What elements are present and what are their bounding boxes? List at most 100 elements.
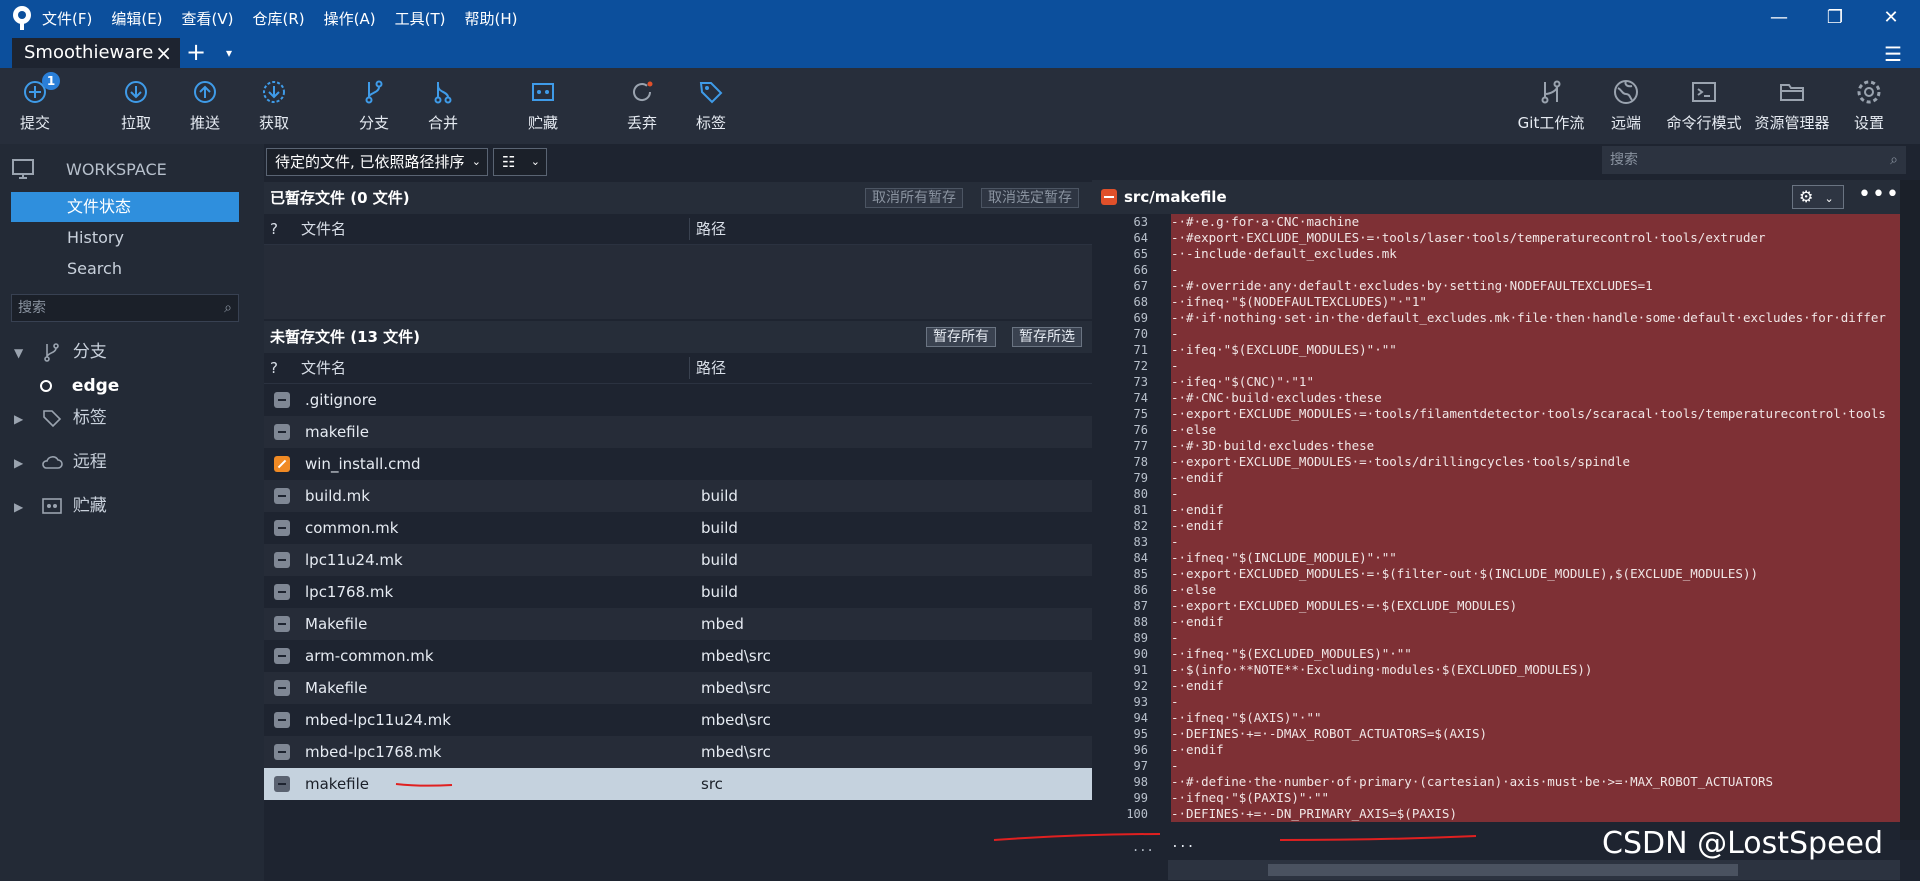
diff-line[interactable]: 79 -·endif	[1092, 470, 1900, 486]
sidebar-section-remotes[interactable]: ▶ 远程	[14, 448, 107, 476]
diff-line[interactable]: 71 -·ifeq·"$(EXCLUDE_MODULES)"·""	[1092, 342, 1900, 358]
diff-line[interactable]: 85 -·export·EXCLUDED_MODULES·=·$(filter-o…	[1092, 566, 1900, 582]
diff-line[interactable]: 89 -	[1092, 630, 1900, 646]
diff-line[interactable]: 98 -·#·define·the·number·of·primary·(cart…	[1092, 774, 1900, 790]
gitflow-button[interactable]: Git工作流	[1515, 68, 1587, 144]
tag-button[interactable]: 标签	[676, 68, 746, 144]
more-options-icon[interactable]: •••	[1858, 182, 1900, 207]
name-column-header[interactable]: 文件名	[301, 214, 346, 244]
file-row[interactable]: makefile src	[264, 768, 1092, 800]
remote-button[interactable]: 远端	[1591, 68, 1661, 144]
removed-file-icon[interactable]	[274, 712, 290, 728]
modified-file-icon[interactable]	[274, 456, 290, 472]
diff-code-view[interactable]: 63 -·#·e.g·for·a·CNC·machine 64 -·#export·E…	[1092, 214, 1900, 838]
diff-line[interactable]: 72 -	[1092, 358, 1900, 374]
file-row[interactable]: Makefile mbed	[264, 608, 1092, 640]
sidebar-section-stashes[interactable]: ▶ 贮藏	[14, 492, 107, 520]
hamburger-menu-icon[interactable]: ☰	[1884, 42, 1902, 66]
diff-line[interactable]: 97 -	[1092, 758, 1900, 774]
diff-search-input[interactable]: 搜索 ⌕	[1602, 146, 1906, 174]
menu-view[interactable]: 查看(V)	[182, 8, 234, 29]
diff-line[interactable]: 91 -·$(info·**NOTE**·Excluding·modules·$(…	[1092, 662, 1900, 678]
file-row[interactable]: .gitignore	[264, 384, 1092, 416]
removed-file-icon[interactable]	[274, 776, 290, 792]
diff-line[interactable]: 88 -·endif	[1092, 614, 1900, 630]
diff-line[interactable]: 80 -	[1092, 486, 1900, 502]
file-row[interactable]: win_install.cmd	[264, 448, 1092, 480]
column-divider[interactable]	[689, 218, 690, 240]
stage-all-button[interactable]: 暂存所有	[926, 327, 996, 347]
removed-file-icon[interactable]	[274, 520, 290, 536]
file-row[interactable]: lpc1768.mk build	[264, 576, 1092, 608]
menu-actions[interactable]: 操作(A)	[324, 8, 376, 29]
file-row[interactable]: Makefile mbed\src	[264, 672, 1092, 704]
unstage-all-button[interactable]: 取消所有暂存	[865, 188, 963, 208]
pull-button[interactable]: 拉取	[101, 68, 171, 144]
removed-file-icon[interactable]	[274, 552, 290, 568]
path-column-header[interactable]: 路径	[696, 214, 726, 244]
sidebar-item-search[interactable]: Search	[11, 254, 239, 284]
minimize-icon[interactable]: —	[1766, 6, 1792, 30]
diff-line[interactable]: 78 -·export·EXCLUDE_MODULES·=·tools/drill…	[1092, 454, 1900, 470]
removed-file-icon[interactable]	[274, 744, 290, 760]
push-button[interactable]: 推送	[170, 68, 240, 144]
file-row[interactable]: lpc11u24.mk build	[264, 544, 1092, 576]
settings-button[interactable]: 设置	[1834, 68, 1904, 144]
diff-line[interactable]: 84 -·ifneq·"$(INCLUDE_MODULE)"·""	[1092, 550, 1900, 566]
terminal-button[interactable]: 命令行模式	[1664, 68, 1744, 144]
view-mode-select[interactable]: ☷ ⌄	[493, 148, 547, 176]
close-tab-icon[interactable]: ×	[155, 38, 172, 68]
diff-line[interactable]: 94 -·ifneq·"$(AXIS)"·""	[1092, 710, 1900, 726]
sidebar-section-branches[interactable]: ▼ 分支	[14, 338, 107, 366]
diff-line[interactable]: 63 -·#·e.g·for·a·CNC·machine	[1092, 214, 1900, 230]
removed-file-icon[interactable]	[274, 648, 290, 664]
tab-dropdown-icon[interactable]: ▾	[226, 46, 232, 60]
diff-line[interactable]: 90 -·ifneq·"$(EXCLUDED_MODULES)"·""	[1092, 646, 1900, 662]
discard-button[interactable]: 丢弃	[607, 68, 677, 144]
repo-tab[interactable]: Smoothieware ×	[12, 38, 180, 68]
sidebar-section-tags[interactable]: ▶ 标签	[14, 404, 107, 432]
diff-line[interactable]: 68 -·ifneq·"$(NODEFAULTEXCLUDES)"·"1"	[1092, 294, 1900, 310]
diff-line[interactable]: 76 -·else	[1092, 422, 1900, 438]
stash-button[interactable]: 贮藏	[508, 68, 578, 144]
branch-edge[interactable]: edge	[40, 372, 119, 400]
diff-settings-button[interactable]: ⚙ ⌄	[1792, 185, 1844, 209]
menu-file[interactable]: 文件(F)	[42, 8, 92, 29]
file-row[interactable]: build.mk build	[264, 480, 1092, 512]
stage-selected-button[interactable]: 暂存所选	[1012, 327, 1082, 347]
diff-line[interactable]: 67 -·#·override·any·default·excludes·by·s…	[1092, 278, 1900, 294]
diff-line[interactable]: 96 -·endif	[1092, 742, 1900, 758]
diff-line[interactable]: 99 -·ifneq·"$(PAXIS)"·""	[1092, 790, 1900, 806]
sidebar-item-file-status[interactable]: 文件状态	[11, 192, 239, 222]
removed-file-icon[interactable]	[274, 392, 290, 408]
explorer-button[interactable]: 资源管理器	[1752, 68, 1832, 144]
name-column-header[interactable]: 文件名	[301, 353, 346, 383]
diff-line[interactable]: 100 -·DEFINES·+=·-DN_PRIMARY_AXIS=$(PAXIS…	[1092, 806, 1900, 822]
removed-file-icon[interactable]	[274, 680, 290, 696]
menu-tools[interactable]: 工具(T)	[395, 8, 446, 29]
diff-line[interactable]: 95 -·DEFINES·+=·-DMAX_ROBOT_ACTUATORS=$(A…	[1092, 726, 1900, 742]
restore-icon[interactable]: ❐	[1822, 6, 1848, 30]
diff-line[interactable]: 92 -·endif	[1092, 678, 1900, 694]
sidebar-search-input[interactable]: 搜索 ⌕	[11, 294, 239, 322]
diff-line[interactable]: 87 -·export·EXCLUDED_MODULES·=·$(EXCLUDE_…	[1092, 598, 1900, 614]
diff-line[interactable]: 64 -·#export·EXCLUDE_MODULES·=·tools/lase…	[1092, 230, 1900, 246]
diff-line[interactable]: 86 -·else	[1092, 582, 1900, 598]
diff-line[interactable]: 83 -	[1092, 534, 1900, 550]
sort-select[interactable]: 待定的文件, 已依照路径排序 ⌄	[266, 148, 488, 176]
sidebar-item-history[interactable]: History	[11, 223, 239, 253]
diff-line[interactable]: 81 -·endif	[1092, 502, 1900, 518]
column-divider[interactable]	[689, 357, 690, 379]
close-icon[interactable]: ✕	[1878, 6, 1904, 30]
diff-line[interactable]: 77 -·#·3D·build·excludes·these	[1092, 438, 1900, 454]
diff-line[interactable]: 65 -·-include·default_excludes.mk	[1092, 246, 1900, 262]
status-column-header[interactable]: ?	[270, 353, 278, 383]
diff-line[interactable]: 93 -	[1092, 694, 1900, 710]
diff-line[interactable]: 73 -·ifeq·"$(CNC)"·"1"	[1092, 374, 1900, 390]
file-row[interactable]: makefile	[264, 416, 1092, 448]
file-row[interactable]: common.mk build	[264, 512, 1092, 544]
removed-file-icon[interactable]	[274, 616, 290, 632]
merge-button[interactable]: 合并	[408, 68, 478, 144]
diff-line[interactable]: 70 -	[1092, 326, 1900, 342]
removed-file-icon[interactable]	[274, 488, 290, 504]
